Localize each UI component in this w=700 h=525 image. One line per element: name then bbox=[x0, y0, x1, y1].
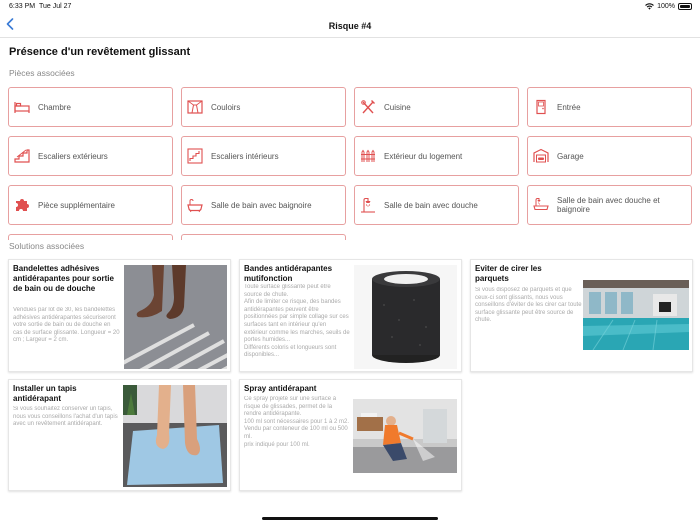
garage-icon bbox=[533, 148, 549, 163]
status-time: 6:33 PM Tue Jul 27 bbox=[9, 3, 71, 10]
room-label: Salle de bain avec douche bbox=[384, 200, 478, 210]
outdoor-stairs-icon bbox=[14, 149, 30, 163]
indoor-stairs-icon bbox=[187, 148, 203, 164]
solution-description: Si vous souhaitez conserver un tapis, no… bbox=[13, 406, 118, 428]
room-cuisine[interactable]: Cuisine bbox=[354, 87, 519, 127]
room-label: Garage bbox=[557, 151, 584, 161]
room-partial[interactable] bbox=[8, 234, 173, 240]
wifi-icon bbox=[645, 3, 654, 10]
antislip-tape-roll-photo bbox=[354, 265, 457, 369]
door-icon bbox=[536, 99, 546, 115]
room-chambre[interactable]: Chambre bbox=[8, 87, 173, 127]
fence-icon bbox=[361, 149, 375, 162]
utensils-icon bbox=[361, 100, 375, 114]
room-entree[interactable]: Entrée bbox=[527, 87, 692, 127]
room-label: Escaliers intérieurs bbox=[211, 151, 279, 161]
room-label: Chambre bbox=[38, 102, 71, 112]
room-salle-de-bain-douche-baignoire[interactable]: Salle de bain avec douche et baignoire bbox=[527, 185, 692, 225]
room-piece-supplementaire[interactable]: Pièce supplémentaire bbox=[8, 185, 173, 225]
battery-icon bbox=[678, 3, 692, 10]
room-label: Pièce supplémentaire bbox=[38, 200, 115, 210]
room-salle-de-bain-douche[interactable]: Salle de bain avec douche bbox=[354, 185, 519, 225]
solutions-section-label: Solutions associées bbox=[9, 241, 85, 251]
hallway-icon bbox=[187, 100, 203, 114]
room-salle-de-bain-baignoire[interactable]: Salle de bain avec baignoire bbox=[181, 185, 346, 225]
room-label: Salle de bain avec douche et baignoire bbox=[557, 196, 660, 214]
nav-title: Risque #4 bbox=[328, 21, 372, 31]
room-label: Entrée bbox=[557, 102, 581, 112]
room-couloirs[interactable]: Couloirs bbox=[181, 87, 346, 127]
shower-bath-icon bbox=[533, 198, 549, 211]
room-label: Cuisine bbox=[384, 102, 411, 112]
solution-title: Installer un tapis antidérapant bbox=[13, 384, 77, 403]
solution-description: Vendues par lot de 30, les bandelettes a… bbox=[13, 307, 120, 344]
solution-title: Eviter de cirer les parquets bbox=[475, 264, 542, 283]
solution-card[interactable]: Spray antidérapant Ce spray projeté sur … bbox=[239, 379, 462, 491]
feet-on-bath-mat-photo bbox=[123, 385, 227, 487]
spraying-floor-photo bbox=[353, 399, 457, 473]
room-exterieur-logement[interactable]: Extérieur du logement bbox=[354, 136, 519, 176]
room-label: Salle de bain avec baignoire bbox=[211, 200, 312, 210]
solution-description: Si vous disposez de parquets et que ceux… bbox=[475, 287, 582, 324]
shower-icon bbox=[361, 197, 375, 213]
battery-percent: 100% bbox=[657, 3, 675, 10]
status-right: 100% bbox=[645, 3, 692, 10]
solution-title: Bandes antidérapantes mutifonction bbox=[244, 264, 333, 283]
solution-title: Bandelettes adhésives antidérapantes pou… bbox=[13, 264, 114, 293]
solution-card[interactable]: Bandes antidérapantes mutifonction Toute… bbox=[239, 259, 462, 372]
room-partial[interactable] bbox=[181, 234, 346, 240]
rooms-grid: Chambre Couloirs Cuisine Entrée Escalier… bbox=[8, 87, 693, 240]
home-indicator bbox=[262, 517, 438, 520]
status-time-text: 6:33 PM bbox=[9, 3, 36, 10]
room-escaliers-interieurs[interactable]: Escaliers intérieurs bbox=[181, 136, 346, 176]
room-label: Couloirs bbox=[211, 102, 241, 112]
feet-on-antislip-strips-photo bbox=[124, 265, 227, 369]
solution-title: Spray antidérapant bbox=[244, 384, 317, 393]
room-garage[interactable]: Garage bbox=[527, 136, 692, 176]
rooms-section-label: Pièces associées bbox=[9, 68, 75, 78]
glossy-floor-room-photo bbox=[583, 280, 689, 350]
bathtub-icon bbox=[187, 198, 203, 213]
solution-description: Ce spray projeté sur une surface à risqu… bbox=[244, 396, 350, 448]
solution-card[interactable]: Eviter de cirer les parquets Si vous dis… bbox=[470, 259, 693, 372]
room-label: Extérieur du logement bbox=[384, 151, 463, 161]
status-bar: 6:33 PM Tue Jul 27 100% bbox=[0, 0, 700, 14]
status-date-text: Tue Jul 27 bbox=[38, 3, 72, 10]
solution-card[interactable]: Installer un tapis antidérapant Si vous … bbox=[8, 379, 231, 491]
solution-description: Toute surface glissante peut être source… bbox=[244, 284, 350, 359]
room-label: Escaliers extérieurs bbox=[38, 151, 108, 161]
room-escaliers-exterieurs[interactable]: Escaliers extérieurs bbox=[8, 136, 173, 176]
solution-card[interactable]: Bandelettes adhésives antidérapantes pou… bbox=[8, 259, 231, 372]
nav-bar: Risque #4 bbox=[0, 14, 700, 38]
page-title: Présence d'un revêtement glissant bbox=[9, 46, 191, 58]
puzzle-icon bbox=[16, 199, 29, 211]
bed-icon bbox=[14, 102, 30, 113]
